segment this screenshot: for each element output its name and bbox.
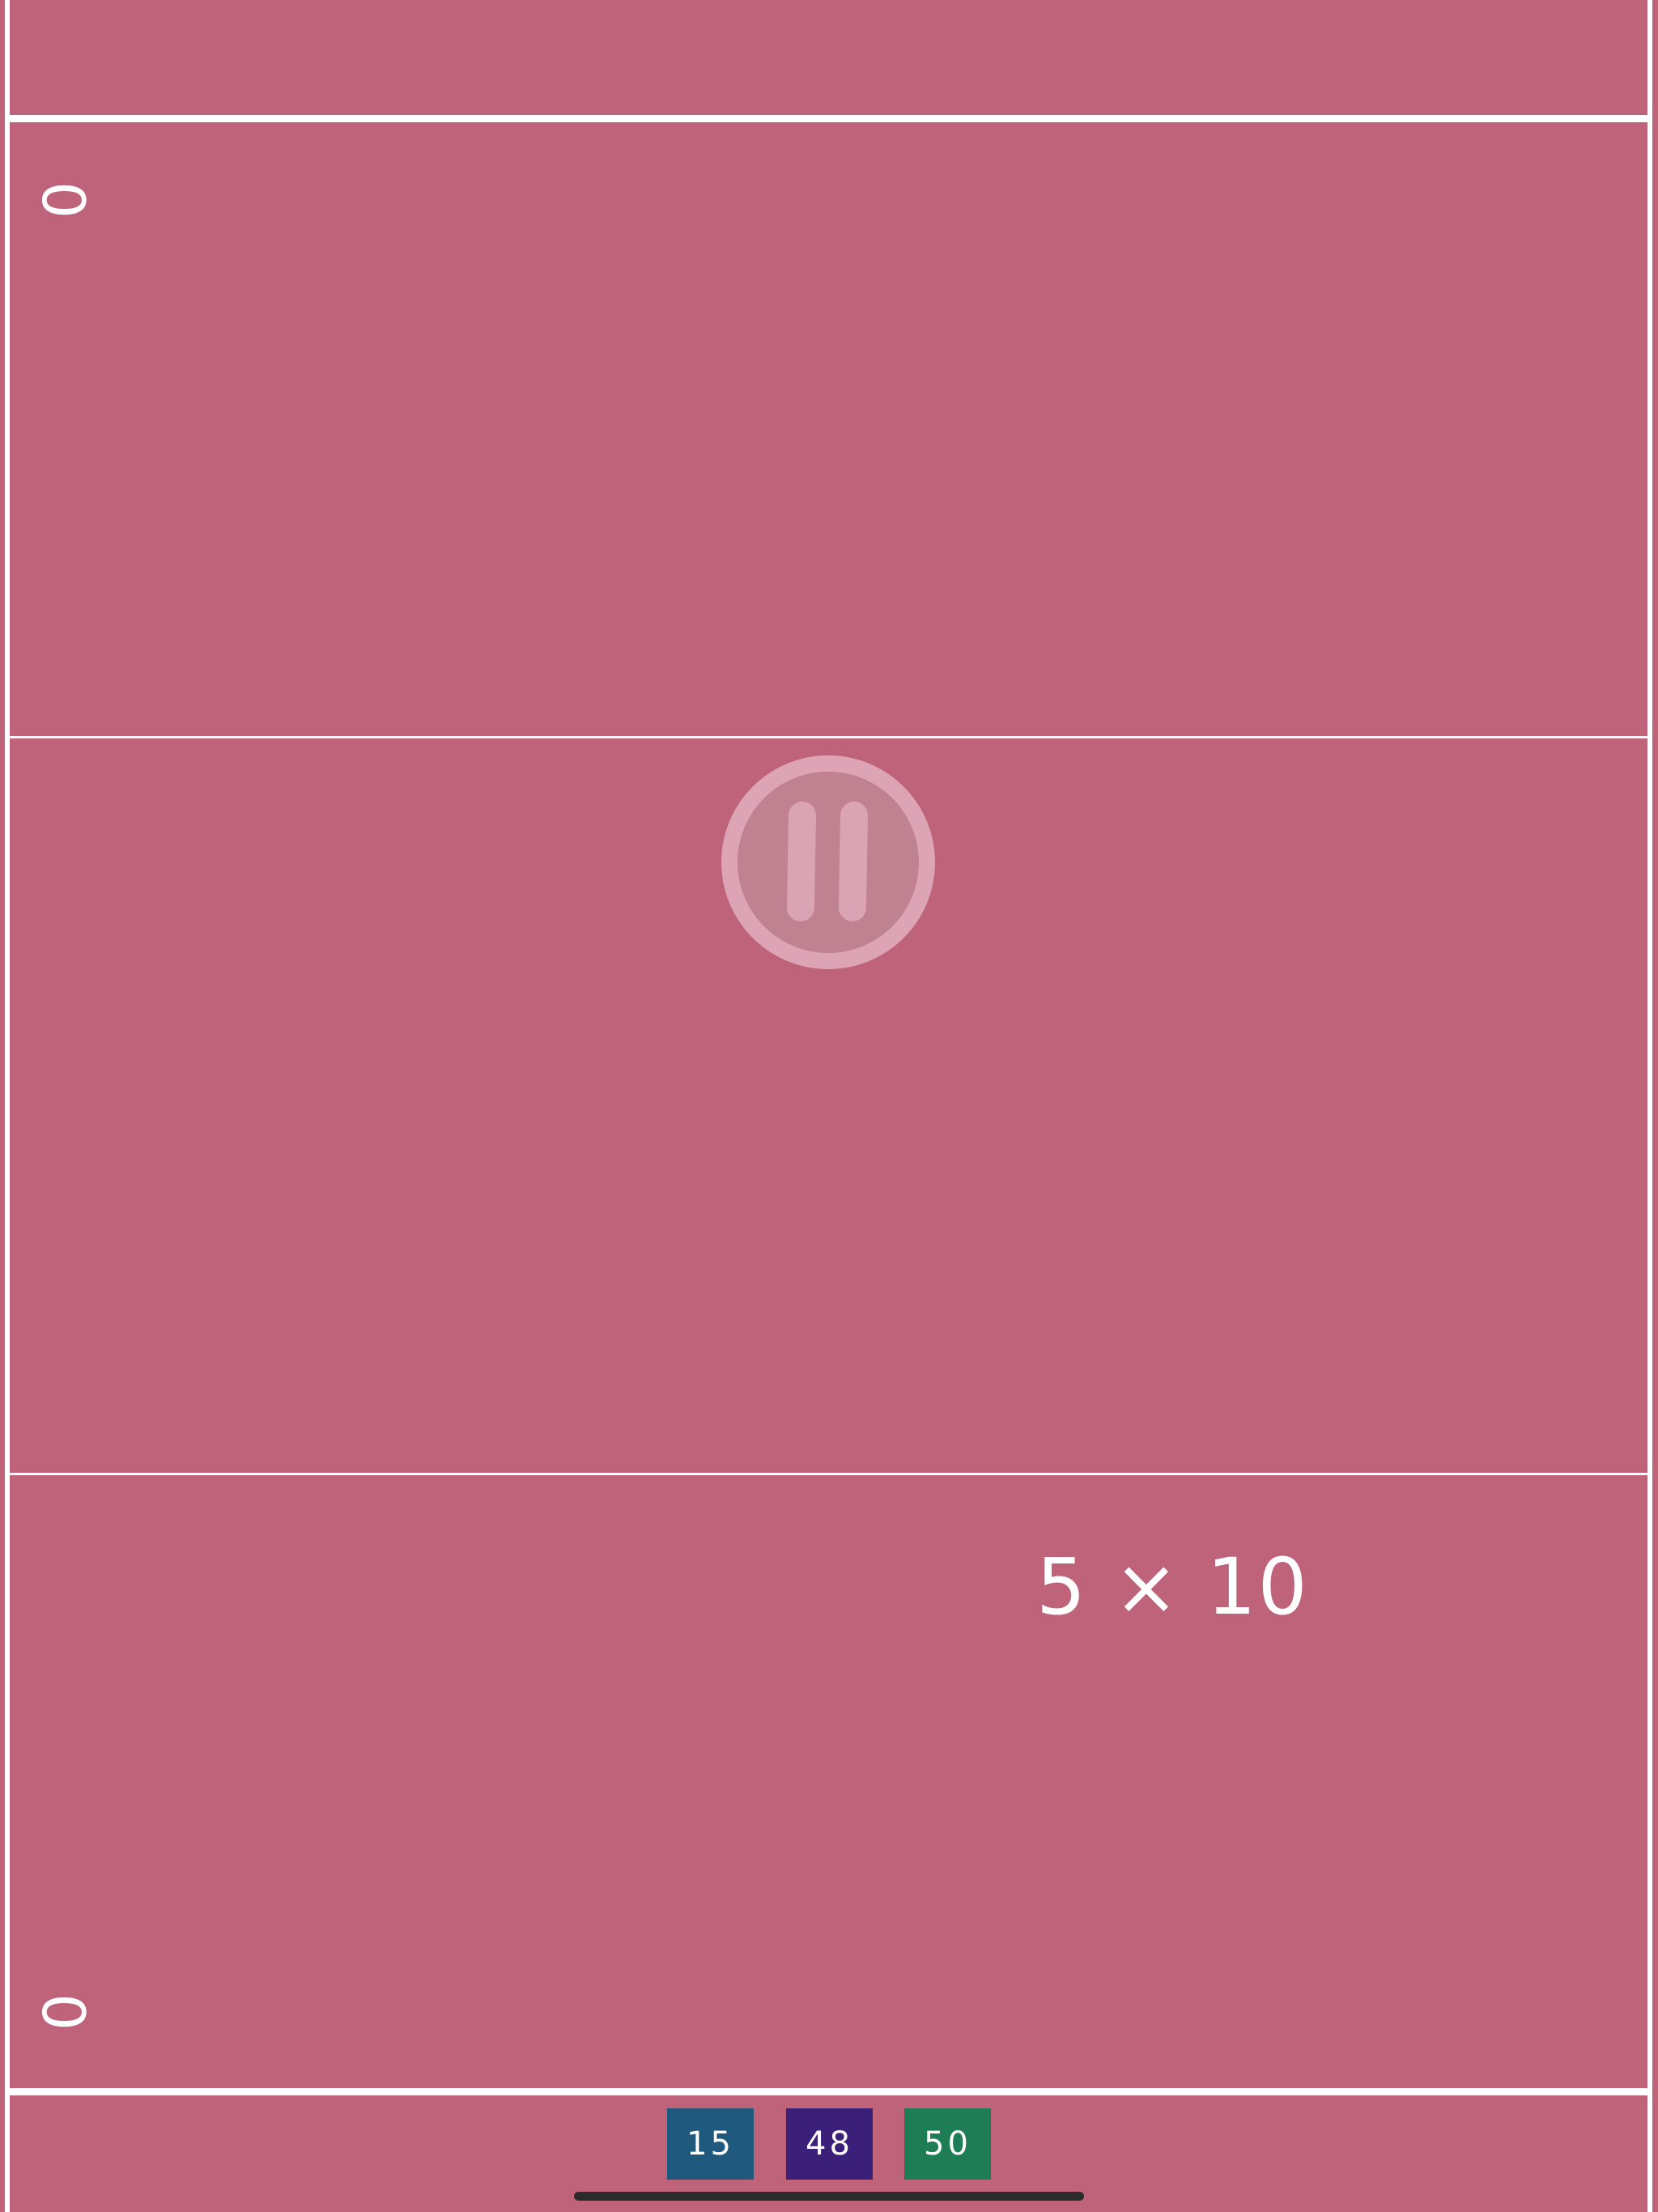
bottom-goal-line (10, 2088, 1647, 2095)
answer-choice-3[interactable]: 50 (904, 2108, 991, 2180)
upper-divider-line (10, 736, 1647, 738)
pause-button-inner (738, 772, 919, 953)
answer-choice-1[interactable]: 15 (667, 2108, 754, 2180)
pause-button[interactable] (721, 755, 935, 969)
left-boundary-line (5, 0, 10, 2212)
lower-divider-line (10, 1473, 1647, 1475)
answer-choice-2[interactable]: 48 (786, 2108, 873, 2180)
pause-icon (786, 801, 817, 922)
pause-icon-bar (838, 801, 869, 922)
right-boundary-line (1647, 0, 1652, 2212)
math-problem: 5 × 10 (1036, 1542, 1309, 1632)
game-field[interactable]: 0 0 5 × 10 15 48 50 (0, 0, 1658, 2212)
top-player-score: 0 (29, 181, 97, 219)
answer-choices: 15 48 50 (667, 2108, 991, 2180)
home-indicator[interactable] (574, 2192, 1084, 2201)
top-goal-line (10, 115, 1647, 122)
bottom-player-score: 0 (29, 1993, 97, 2031)
